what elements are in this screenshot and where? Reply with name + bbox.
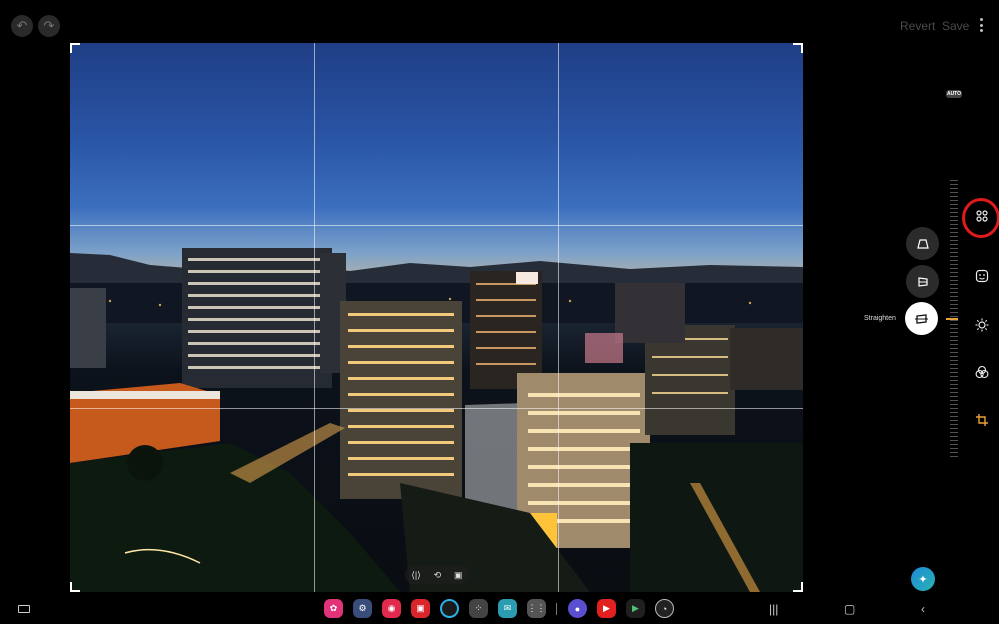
crop-handle-top-right[interactable] <box>793 43 803 53</box>
gallery-app-icon[interactable]: ▣ <box>411 599 430 618</box>
more-options-icon[interactable] <box>976 17 986 33</box>
internet-app-icon[interactable]: ● <box>568 599 587 618</box>
keyboard-icon[interactable] <box>18 605 30 613</box>
straighten-label: Straighten <box>864 315 896 322</box>
crop-toolbar: ⟨|⟩ ⟲ ▣ <box>405 566 469 584</box>
play-store-icon[interactable]: ▶ <box>626 599 645 618</box>
back-icon[interactable]: ‹ <box>921 602 925 616</box>
crop-handle-bottom-left[interactable] <box>70 582 80 592</box>
straighten-button[interactable] <box>905 302 938 335</box>
app-folder-icon[interactable]: ⁘ <box>469 599 488 618</box>
app-drawer-icon[interactable]: ⋮⋮ <box>527 599 546 618</box>
taskbar: ✿ ⚙ ◉ ▣ ⁘ ✉ ⋮⋮ ● ▶ ▶ ◔ ||| ▢ ‹ <box>0 595 999 624</box>
home-icon[interactable]: ▢ <box>844 602 855 616</box>
color-icon[interactable] <box>974 364 990 380</box>
sticker-icon[interactable] <box>974 268 990 284</box>
crop-rotate-icon[interactable] <box>974 412 990 428</box>
aspect-ratio-icon[interactable]: ▣ <box>454 570 463 581</box>
grid-line-vertical-2 <box>558 43 559 592</box>
horizontal-perspective-button[interactable] <box>906 265 939 298</box>
email-app-icon[interactable]: ✉ <box>498 599 517 618</box>
youtube-app-icon[interactable]: ▶ <box>597 599 616 618</box>
device-care-icon[interactable]: ◔ <box>655 599 674 618</box>
undo-icon: ↶ <box>16 18 28 33</box>
ai-edit-icon: ✦ <box>918 573 928 586</box>
taskbar-divider <box>556 603 557 615</box>
horizontal-perspective-icon <box>917 276 928 287</box>
brightness-icon[interactable] <box>974 317 990 333</box>
edge-browser-icon[interactable] <box>440 599 459 618</box>
crop-handle-bottom-right[interactable] <box>793 582 803 592</box>
undo-button[interactable]: ↶ <box>11 15 33 37</box>
flip-icon[interactable]: ⟨|⟩ <box>411 570 420 581</box>
auto-badge[interactable]: AUTO <box>946 90 962 98</box>
vertical-perspective-icon <box>916 238 929 249</box>
straighten-icon <box>915 313 928 324</box>
city-night-photo <box>70 248 803 592</box>
ai-edit-button[interactable]: ✦ <box>911 567 935 591</box>
photo-canvas[interactable] <box>70 43 803 592</box>
rotate-icon[interactable]: ⟲ <box>434 570 442 581</box>
redo-button[interactable]: ↷ <box>38 15 60 37</box>
camera-app-icon[interactable]: ◉ <box>382 599 401 618</box>
save-button[interactable]: Save <box>942 19 969 33</box>
recent-apps-icon[interactable]: ||| <box>769 602 778 616</box>
vertical-perspective-button[interactable] <box>906 227 939 260</box>
ruler-indicator <box>946 318 958 320</box>
settings-app-icon[interactable]: ⚙ <box>353 599 372 618</box>
straighten-ruler[interactable] <box>950 180 958 460</box>
grid-line-vertical-1 <box>314 43 315 592</box>
grid-line-horizontal-2 <box>70 408 803 409</box>
redo-icon: ↷ <box>43 18 55 33</box>
revert-button[interactable]: Revert <box>900 19 935 33</box>
app-flower-icon[interactable]: ✿ <box>324 599 343 618</box>
crop-handle-top-left[interactable] <box>70 43 80 53</box>
filters-icon[interactable] <box>974 208 990 224</box>
grid-line-horizontal-1 <box>70 225 803 226</box>
